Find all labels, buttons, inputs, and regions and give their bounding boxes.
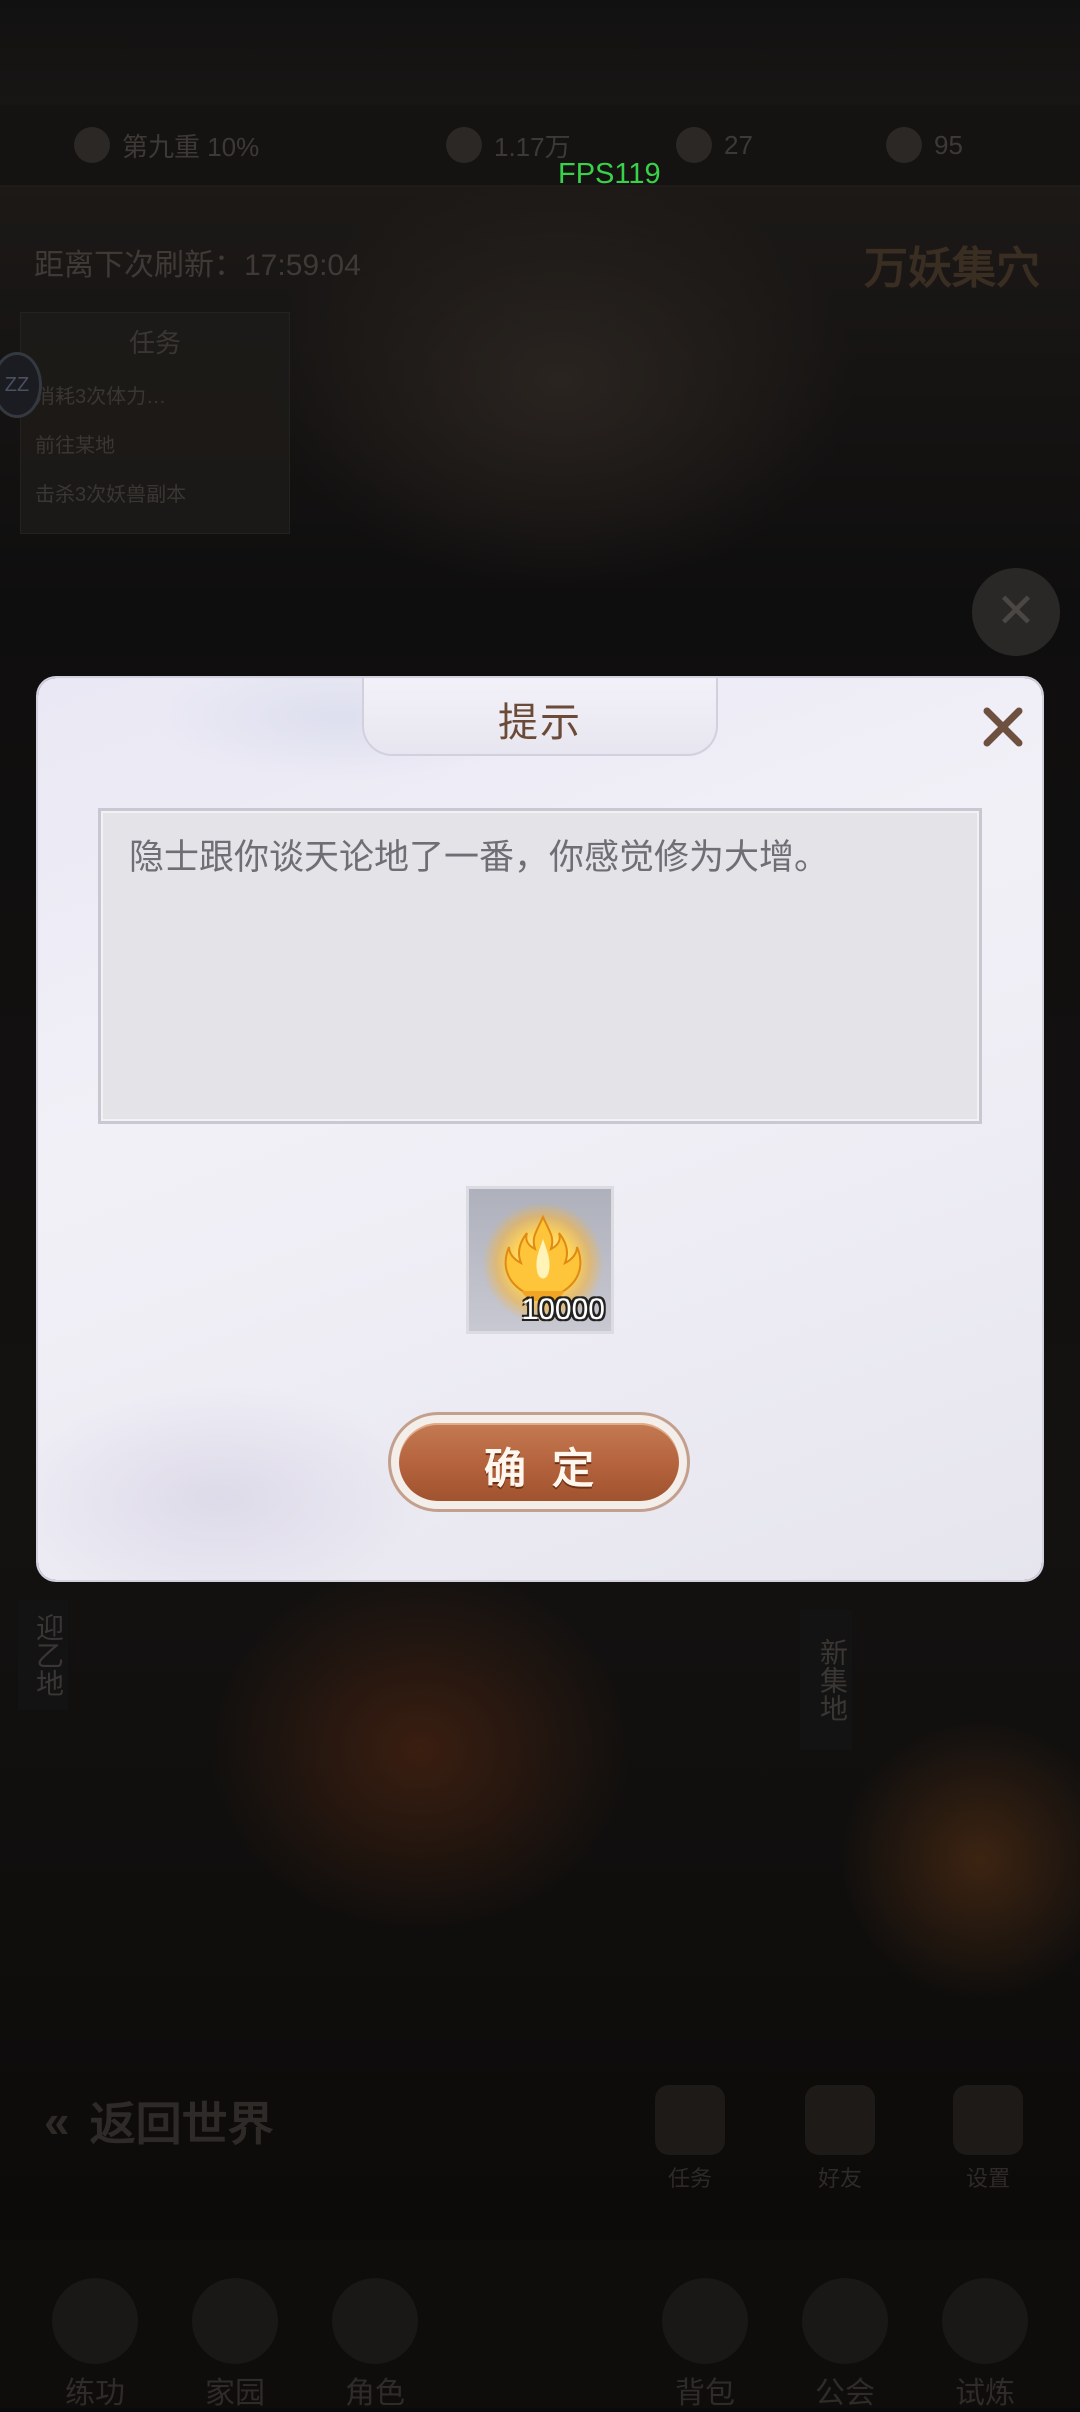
quest-item: 前往某地: [35, 435, 115, 457]
close-button[interactable]: [978, 702, 1028, 752]
resource-gems: 27: [676, 125, 753, 165]
quest-panel: 任务 消耗3次体力… 前往某地 击杀3次妖兽副本: [20, 312, 290, 534]
confirm-button[interactable]: 确定: [388, 1412, 690, 1512]
coin-icon: [446, 127, 482, 163]
swords-icon: [942, 2278, 1028, 2364]
quick-action-friends: 好友: [800, 2085, 880, 2193]
reward-item[interactable]: 10000: [466, 1186, 614, 1334]
home-icon: [192, 2278, 278, 2364]
confirm-label: 确定: [483, 1444, 620, 1493]
side-tab-left: 迎乙地: [18, 1600, 68, 1710]
message-box: 隐士跟你谈天论地了一番，你感觉修为大增。: [98, 808, 982, 1124]
nav-item-trial: 试炼: [930, 2278, 1040, 2412]
resource-stamina: 95: [886, 125, 963, 165]
training-icon: [52, 2278, 138, 2364]
back-to-world: «返回世界: [44, 2095, 274, 2150]
gear-icon: [953, 2085, 1023, 2155]
refresh-timer: 距离下次刷新：17:59:04: [34, 249, 361, 282]
leaf-icon: [886, 127, 922, 163]
quest-item: 消耗3次体力…: [35, 386, 167, 408]
dialog-title: 提示: [498, 701, 582, 745]
resource-gold: 1.17万: [446, 125, 571, 165]
nav-item-home: 家园: [180, 2278, 290, 2412]
quest-title: 任务: [128, 328, 181, 358]
bag-icon: [662, 2278, 748, 2364]
reward-quantity: 10000: [521, 1293, 605, 1326]
nav-item-guild: 公会: [790, 2278, 900, 2412]
quest-item: 击杀3次妖兽副本: [35, 484, 187, 506]
dialog-message: 隐士跟你谈天论地了一番，你感觉修为大增。: [129, 838, 830, 877]
region-title: 万妖集穴: [864, 244, 1040, 293]
nav-item-character: 角色: [320, 2278, 430, 2412]
book-icon: [655, 2085, 725, 2155]
nav-item-training: 练功: [40, 2278, 150, 2412]
fps-counter: FPS119: [558, 158, 661, 190]
background-close-icon: ✕: [972, 568, 1060, 656]
double-chevron-left-icon: «: [44, 2095, 70, 2147]
friends-icon: [805, 2085, 875, 2155]
confirm-button-face: 确定: [399, 1423, 679, 1501]
resource-cultivation: 第九重 10%: [74, 125, 259, 165]
bottom-nav: 练功 家园 角色 背包 公会 试炼: [0, 2240, 1080, 2410]
character-icon: [332, 2278, 418, 2364]
quick-action-tasks: 任务: [650, 2085, 730, 2193]
side-tab-right: 新集地: [800, 1610, 852, 1750]
prompt-dialog: 提示 隐士跟你谈天论地了一番，你感觉修为大增。 10000 确定: [38, 678, 1042, 1580]
guild-icon: [802, 2278, 888, 2364]
cultivation-icon: [74, 127, 110, 163]
close-icon: [983, 707, 1023, 747]
quick-action-settings: 设置: [948, 2085, 1028, 2193]
nav-item-bag: 背包: [650, 2278, 760, 2412]
gem-icon: [676, 127, 712, 163]
